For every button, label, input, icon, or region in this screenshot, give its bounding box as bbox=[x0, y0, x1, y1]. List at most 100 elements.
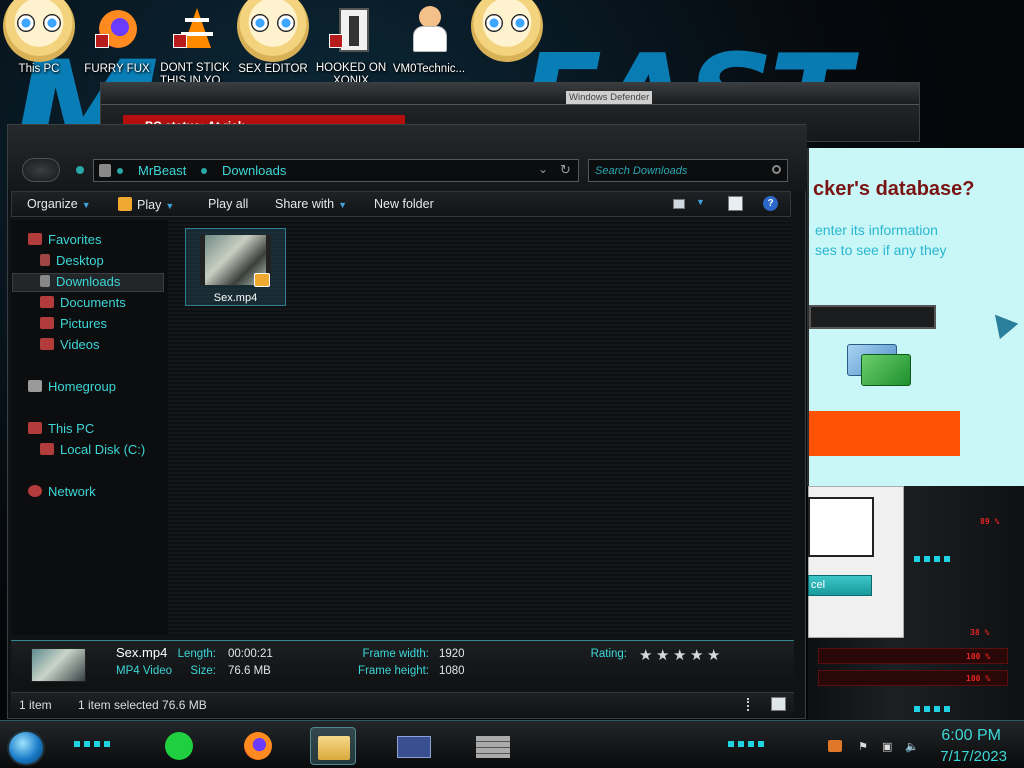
drive-icon bbox=[40, 443, 54, 455]
java-icon[interactable] bbox=[828, 740, 842, 752]
nav-item-label: Network bbox=[48, 484, 96, 499]
desktop-icon bbox=[40, 254, 50, 266]
search-box[interactable] bbox=[588, 159, 788, 182]
desktop-icon-dont-stick[interactable]: DONT STICK THIS IN YO... bbox=[156, 4, 234, 90]
card-number-input[interactable] bbox=[809, 305, 936, 329]
anime-face-icon bbox=[471, 0, 543, 62]
xonix-icon bbox=[327, 4, 375, 56]
nav-item-label: Homegroup bbox=[48, 379, 116, 394]
brick-wall-icon bbox=[476, 736, 510, 758]
this-pc-icon bbox=[3, 0, 75, 62]
nav-item-downloads[interactable]: Downloads bbox=[40, 273, 120, 291]
taskbar: ⚑ ▣ 🔈 6:00 PM 7/17/2023 bbox=[0, 720, 1024, 768]
taskbar-firefox[interactable] bbox=[236, 727, 282, 765]
desktop-icon-furry-fux[interactable]: FURRY FUX bbox=[78, 4, 156, 76]
start-button[interactable] bbox=[7, 730, 45, 766]
nav-item-local-disk[interactable]: Local Disk (C:) bbox=[40, 441, 145, 459]
clock-date[interactable]: 7/17/2023 bbox=[940, 748, 1007, 765]
sex-editor-icon bbox=[237, 0, 309, 62]
credit-card-icon bbox=[847, 344, 911, 388]
search-input[interactable] bbox=[595, 162, 767, 179]
desktop-icon-this-pc[interactable]: This PC bbox=[0, 0, 78, 76]
length-value: 00:00:21 bbox=[228, 648, 273, 660]
desktop-icon-sex-editor[interactable]: SEX EDITOR bbox=[234, 0, 312, 76]
details-view-icon[interactable] bbox=[747, 698, 751, 711]
file-list-area[interactable]: Sex.mp4 bbox=[168, 220, 793, 635]
nav-item-label: Documents bbox=[60, 295, 126, 310]
rating-star-icon[interactable]: ★ bbox=[656, 646, 669, 664]
popup-submit-button[interactable] bbox=[809, 411, 960, 456]
desktop-icon-hooked-on-xonix[interactable]: HOOKED ON XONIX bbox=[312, 4, 390, 90]
taskbar-notes-app[interactable] bbox=[157, 727, 203, 765]
back-button[interactable] bbox=[22, 158, 60, 182]
rating-star-icon[interactable]: ★ bbox=[673, 646, 686, 664]
address-bar[interactable]: MrBeast Downloads ⌄ ↻ bbox=[93, 159, 579, 182]
play-button[interactable]: Play ▼ bbox=[118, 197, 174, 212]
forward-dot[interactable] bbox=[76, 166, 84, 174]
volume-icon[interactable]: 🔈 bbox=[905, 740, 919, 753]
pictures-icon bbox=[40, 317, 54, 329]
play-icon bbox=[118, 197, 132, 211]
nav-item-label: Pictures bbox=[60, 316, 107, 331]
status-bar: 1 item 1 item selected 76.6 MB bbox=[11, 692, 794, 716]
play-all-button[interactable]: Play all bbox=[208, 197, 248, 211]
app-window-icon bbox=[397, 736, 431, 758]
nav-item-homegroup[interactable]: Homegroup bbox=[28, 378, 116, 396]
defender-title-bar[interactable] bbox=[101, 83, 919, 105]
notes-icon bbox=[165, 732, 193, 760]
organize-label: Organize bbox=[27, 197, 78, 211]
selection-info: 1 item selected 76.6 MB bbox=[78, 698, 207, 712]
downloads-icon bbox=[40, 275, 50, 287]
nav-item-this-pc[interactable]: This PC bbox=[28, 420, 94, 438]
preview-pane-icon[interactable] bbox=[728, 196, 743, 211]
new-folder-button[interactable]: New folder bbox=[374, 197, 434, 211]
hud-ticks bbox=[914, 706, 954, 712]
nav-item-pictures[interactable]: Pictures bbox=[40, 315, 107, 333]
desktop-decoration bbox=[468, 0, 546, 62]
taskbar-wall-app[interactable] bbox=[470, 727, 516, 765]
network-icon[interactable]: ▣ bbox=[882, 740, 896, 753]
chevron-down-icon[interactable]: ▼ bbox=[696, 197, 705, 207]
nav-item-favorites[interactable]: Favorites bbox=[28, 231, 101, 249]
nav-item-videos[interactable]: Videos bbox=[40, 336, 100, 354]
file-item-sex-mp4[interactable]: Sex.mp4 bbox=[185, 228, 286, 306]
homegroup-icon bbox=[28, 380, 42, 392]
vlc-icon bbox=[171, 4, 219, 56]
share-with-button[interactable]: Share with ▼ bbox=[275, 197, 347, 211]
taskbar-file-explorer[interactable] bbox=[310, 727, 356, 765]
frame-width-label: Frame width: bbox=[362, 648, 429, 660]
taskbar-window-app[interactable] bbox=[391, 727, 437, 765]
hud-readout: 38 % bbox=[970, 628, 990, 637]
hud-readout: 100 % bbox=[966, 674, 991, 683]
rating-star-icon[interactable]: ★ bbox=[707, 646, 720, 664]
nav-item-label: Downloads bbox=[56, 274, 121, 289]
desktop-icon-vm0technic[interactable]: VM0Technic... bbox=[390, 4, 468, 76]
nav-item-documents[interactable]: Documents bbox=[40, 294, 126, 312]
breadcrumb-separator-icon bbox=[201, 168, 207, 174]
cancel-button[interactable]: cel bbox=[808, 575, 872, 596]
hud-ticks bbox=[914, 556, 954, 562]
refresh-icon[interactable]: ↻ bbox=[560, 162, 571, 178]
chevron-down-icon[interactable]: ⌄ bbox=[538, 162, 548, 176]
breadcrumb-mrbeast[interactable]: MrBeast bbox=[138, 163, 186, 178]
rating-star-icon[interactable]: ★ bbox=[690, 646, 703, 664]
video-thumbnail bbox=[200, 235, 271, 287]
help-icon[interactable]: ? bbox=[763, 196, 778, 211]
length-label: Length: bbox=[177, 648, 216, 660]
nav-item-label: Desktop bbox=[56, 253, 104, 268]
breadcrumb-downloads[interactable]: Downloads bbox=[222, 163, 286, 178]
folder-icon bbox=[318, 736, 350, 760]
nav-item-desktop[interactable]: Desktop bbox=[40, 252, 104, 270]
dialog-text-box bbox=[808, 497, 874, 557]
clock-time[interactable]: 6:00 PM bbox=[941, 727, 1001, 745]
chevron-down-icon: ▼ bbox=[81, 200, 91, 210]
breadcrumb-separator-icon bbox=[117, 168, 123, 174]
flag-alert-icon[interactable]: ⚑ bbox=[858, 740, 872, 753]
nav-item-network[interactable]: Network bbox=[28, 483, 96, 501]
popup-text-line: ses to see if any they bbox=[815, 242, 947, 258]
organize-button[interactable]: Organize ▼ bbox=[27, 197, 91, 211]
view-options-icon[interactable] bbox=[673, 199, 685, 209]
tiles-view-icon[interactable] bbox=[771, 697, 786, 711]
file-explorer-window[interactable]: MrBeast Downloads ⌄ ↻ Organize▼ Play▼ Pl… bbox=[7, 124, 807, 719]
rating-star-icon[interactable]: ★ bbox=[639, 646, 652, 664]
